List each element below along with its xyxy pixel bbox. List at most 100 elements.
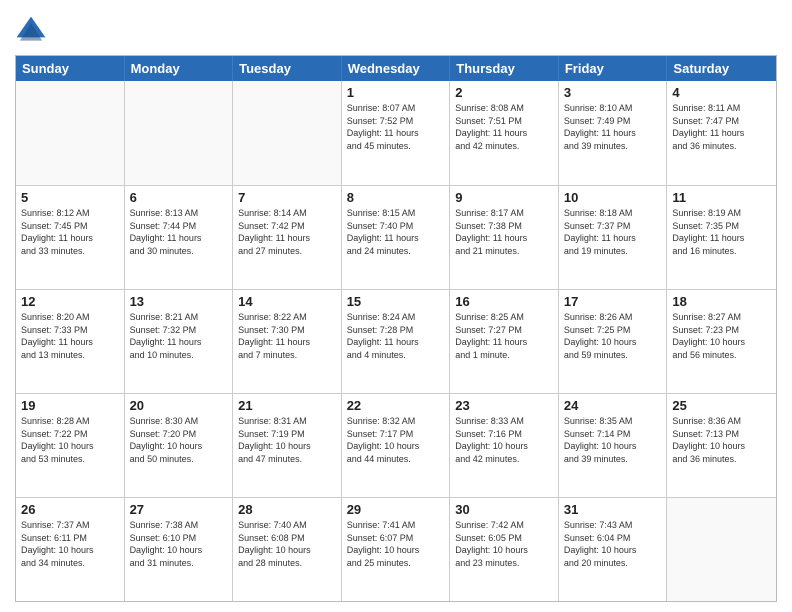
cell-day-number: 30 <box>455 502 553 517</box>
calendar-cell: 20 Sunrise: 8:30 AM Sunset: 7:20 PM Dayli… <box>125 394 234 497</box>
cell-day-number: 15 <box>347 294 445 309</box>
cell-info-text: Sunrise: 7:43 AM Sunset: 6:04 PM Dayligh… <box>564 520 637 568</box>
cell-day-number: 25 <box>672 398 771 413</box>
calendar-cell: 8 Sunrise: 8:15 AM Sunset: 7:40 PM Daylig… <box>342 186 451 289</box>
cell-day-number: 9 <box>455 190 553 205</box>
cell-day-number: 13 <box>130 294 228 309</box>
cell-day-number: 26 <box>21 502 119 517</box>
header <box>15 10 777 47</box>
calendar-cell: 15 Sunrise: 8:24 AM Sunset: 7:28 PM Dayli… <box>342 290 451 393</box>
day-header-friday: Friday <box>559 56 668 81</box>
calendar-cell: 18 Sunrise: 8:27 AM Sunset: 7:23 PM Dayli… <box>667 290 776 393</box>
cell-info-text: Sunrise: 8:30 AM Sunset: 7:20 PM Dayligh… <box>130 416 203 464</box>
cell-day-number: 2 <box>455 85 553 100</box>
calendar-cell <box>125 81 234 185</box>
cell-day-number: 31 <box>564 502 662 517</box>
calendar-row-4: 26Sunrise: 7:37 AM Sunset: 6:11 PM Dayli… <box>16 497 776 601</box>
calendar-cell: 19 Sunrise: 8:28 AM Sunset: 7:22 PM Dayli… <box>16 394 125 497</box>
cell-info-text: Sunrise: 8:17 AM Sunset: 7:38 PM Dayligh… <box>455 208 527 256</box>
cell-day-number: 7 <box>238 190 336 205</box>
cell-day-number: 22 <box>347 398 445 413</box>
cell-day-number: 14 <box>238 294 336 309</box>
calendar-cell: 1Sunrise: 8:07 AM Sunset: 7:52 PM Daylig… <box>342 81 451 185</box>
cell-day-number: 16 <box>455 294 553 309</box>
calendar-cell: 12 Sunrise: 8:20 AM Sunset: 7:33 PM Dayli… <box>16 290 125 393</box>
calendar-cell <box>16 81 125 185</box>
calendar-cell: 9 Sunrise: 8:17 AM Sunset: 7:38 PM Daylig… <box>450 186 559 289</box>
cell-info-text: Sunrise: 8:28 AM Sunset: 7:22 PM Dayligh… <box>21 416 94 464</box>
cell-day-number: 27 <box>130 502 228 517</box>
calendar-cell: 28 Sunrise: 7:40 AM Sunset: 6:08 PM Dayli… <box>233 498 342 601</box>
cell-info-text: Sunrise: 7:41 AM Sunset: 6:07 PM Dayligh… <box>347 520 420 568</box>
cell-info-text: Sunrise: 8:25 AM Sunset: 7:27 PM Dayligh… <box>455 312 527 360</box>
page: SundayMondayTuesdayWednesdayThursdayFrid… <box>0 0 792 612</box>
calendar-cell <box>667 498 776 601</box>
cell-info-text: Sunrise: 8:27 AM Sunset: 7:23 PM Dayligh… <box>672 312 745 360</box>
calendar-body: 1Sunrise: 8:07 AM Sunset: 7:52 PM Daylig… <box>16 81 776 601</box>
day-header-saturday: Saturday <box>667 56 776 81</box>
logo-icon <box>15 15 47 47</box>
cell-day-number: 12 <box>21 294 119 309</box>
cell-info-text: Sunrise: 8:22 AM Sunset: 7:30 PM Dayligh… <box>238 312 310 360</box>
calendar-cell: 6Sunrise: 8:13 AM Sunset: 7:44 PM Daylig… <box>125 186 234 289</box>
calendar-cell: 25 Sunrise: 8:36 AM Sunset: 7:13 PM Dayli… <box>667 394 776 497</box>
cell-info-text: Sunrise: 8:20 AM Sunset: 7:33 PM Dayligh… <box>21 312 93 360</box>
calendar-cell: 29 Sunrise: 7:41 AM Sunset: 6:07 PM Dayli… <box>342 498 451 601</box>
calendar-cell: 21 Sunrise: 8:31 AM Sunset: 7:19 PM Dayli… <box>233 394 342 497</box>
calendar-row-3: 19 Sunrise: 8:28 AM Sunset: 7:22 PM Dayli… <box>16 393 776 497</box>
day-header-wednesday: Wednesday <box>342 56 451 81</box>
cell-info-text: Sunrise: 8:19 AM Sunset: 7:35 PM Dayligh… <box>672 208 744 256</box>
day-header-monday: Monday <box>125 56 234 81</box>
cell-info-text: Sunrise: 8:12 AM Sunset: 7:45 PM Dayligh… <box>21 208 93 256</box>
calendar-cell: 27 Sunrise: 7:38 AM Sunset: 6:10 PM Dayli… <box>125 498 234 601</box>
calendar-cell: 14 Sunrise: 8:22 AM Sunset: 7:30 PM Dayli… <box>233 290 342 393</box>
cell-day-number: 19 <box>21 398 119 413</box>
day-headers: SundayMondayTuesdayWednesdayThursdayFrid… <box>16 56 776 81</box>
logo <box>15 15 51 47</box>
calendar-cell: 2 Sunrise: 8:08 AM Sunset: 7:51 PM Daylig… <box>450 81 559 185</box>
cell-day-number: 5 <box>21 190 119 205</box>
cell-info-text: Sunrise: 8:15 AM Sunset: 7:40 PM Dayligh… <box>347 208 419 256</box>
calendar-cell: 13 Sunrise: 8:21 AM Sunset: 7:32 PM Dayli… <box>125 290 234 393</box>
calendar-cell: 10Sunrise: 8:18 AM Sunset: 7:37 PM Dayli… <box>559 186 668 289</box>
cell-day-number: 3 <box>564 85 662 100</box>
cell-info-text: Sunrise: 8:08 AM Sunset: 7:51 PM Dayligh… <box>455 103 527 151</box>
cell-day-number: 8 <box>347 190 445 205</box>
day-header-sunday: Sunday <box>16 56 125 81</box>
cell-day-number: 23 <box>455 398 553 413</box>
calendar-cell <box>233 81 342 185</box>
cell-day-number: 18 <box>672 294 771 309</box>
calendar-cell: 16 Sunrise: 8:25 AM Sunset: 7:27 PM Dayli… <box>450 290 559 393</box>
calendar-cell: 30 Sunrise: 7:42 AM Sunset: 6:05 PM Dayli… <box>450 498 559 601</box>
cell-info-text: Sunrise: 7:38 AM Sunset: 6:10 PM Dayligh… <box>130 520 203 568</box>
calendar-cell: 4 Sunrise: 8:11 AM Sunset: 7:47 PM Daylig… <box>667 81 776 185</box>
calendar: SundayMondayTuesdayWednesdayThursdayFrid… <box>15 55 777 602</box>
calendar-row-0: 1Sunrise: 8:07 AM Sunset: 7:52 PM Daylig… <box>16 81 776 185</box>
cell-info-text: Sunrise: 8:35 AM Sunset: 7:14 PM Dayligh… <box>564 416 637 464</box>
day-header-tuesday: Tuesday <box>233 56 342 81</box>
calendar-cell: 3Sunrise: 8:10 AM Sunset: 7:49 PM Daylig… <box>559 81 668 185</box>
cell-day-number: 11 <box>672 190 771 205</box>
cell-info-text: Sunrise: 8:21 AM Sunset: 7:32 PM Dayligh… <box>130 312 202 360</box>
cell-info-text: Sunrise: 8:33 AM Sunset: 7:16 PM Dayligh… <box>455 416 528 464</box>
cell-day-number: 29 <box>347 502 445 517</box>
cell-day-number: 1 <box>347 85 445 100</box>
calendar-cell: 11 Sunrise: 8:19 AM Sunset: 7:35 PM Dayli… <box>667 186 776 289</box>
cell-day-number: 21 <box>238 398 336 413</box>
cell-info-text: Sunrise: 8:26 AM Sunset: 7:25 PM Dayligh… <box>564 312 637 360</box>
cell-day-number: 28 <box>238 502 336 517</box>
cell-info-text: Sunrise: 8:24 AM Sunset: 7:28 PM Dayligh… <box>347 312 419 360</box>
cell-info-text: Sunrise: 8:36 AM Sunset: 7:13 PM Dayligh… <box>672 416 745 464</box>
cell-info-text: Sunrise: 8:13 AM Sunset: 7:44 PM Dayligh… <box>130 208 202 256</box>
cell-day-number: 4 <box>672 85 771 100</box>
cell-info-text: Sunrise: 7:42 AM Sunset: 6:05 PM Dayligh… <box>455 520 528 568</box>
calendar-cell: 26Sunrise: 7:37 AM Sunset: 6:11 PM Dayli… <box>16 498 125 601</box>
calendar-cell: 31 Sunrise: 7:43 AM Sunset: 6:04 PM Dayli… <box>559 498 668 601</box>
cell-info-text: Sunrise: 8:11 AM Sunset: 7:47 PM Dayligh… <box>672 103 744 151</box>
calendar-row-2: 12 Sunrise: 8:20 AM Sunset: 7:33 PM Dayli… <box>16 289 776 393</box>
calendar-cell: 5 Sunrise: 8:12 AM Sunset: 7:45 PM Daylig… <box>16 186 125 289</box>
cell-day-number: 24 <box>564 398 662 413</box>
cell-info-text: Sunrise: 7:40 AM Sunset: 6:08 PM Dayligh… <box>238 520 311 568</box>
cell-info-text: Sunrise: 8:31 AM Sunset: 7:19 PM Dayligh… <box>238 416 311 464</box>
cell-day-number: 20 <box>130 398 228 413</box>
